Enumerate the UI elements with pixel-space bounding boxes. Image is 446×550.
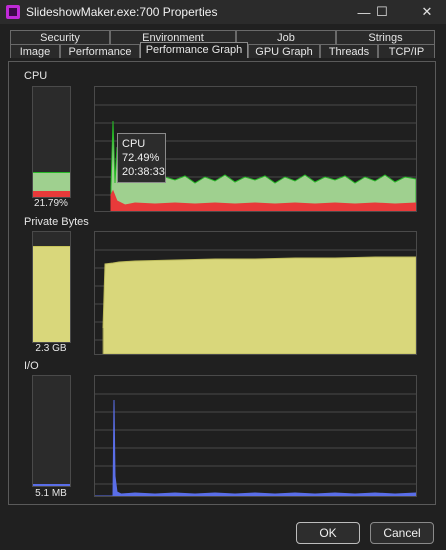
- io-label: I/O: [24, 360, 39, 372]
- io-meter: [32, 375, 71, 487]
- tab-image[interactable]: Image: [10, 44, 60, 58]
- cpu-meter: [32, 86, 71, 198]
- close-button[interactable]: ✕: [409, 0, 445, 24]
- tab-strip: Security Environment Job Strings Image P…: [0, 28, 446, 62]
- app-icon: [6, 5, 20, 19]
- private-bytes-area: [102, 256, 416, 354]
- io-meter-fill: [33, 483, 70, 486]
- cpu-meter-kernel-fill: [33, 191, 70, 197]
- private-bytes-meter-fill: [33, 246, 70, 342]
- private-bytes-meter: [32, 231, 71, 343]
- ok-button[interactable]: OK: [296, 522, 360, 544]
- cpu-tooltip: CPU 72.49% 20:38:33: [117, 133, 166, 183]
- tab-gpu-graph[interactable]: GPU Graph: [248, 44, 320, 58]
- maximize-icon: ☐: [376, 4, 388, 19]
- tooltip-title: CPU: [122, 138, 146, 150]
- tooltip-value: 72.49%: [122, 152, 160, 164]
- cpu-label: CPU: [24, 70, 48, 82]
- tab-job[interactable]: Job: [236, 30, 336, 44]
- tab-tcpip[interactable]: TCP/IP: [378, 44, 435, 58]
- private-bytes-label: Private Bytes: [24, 216, 89, 228]
- tab-strings[interactable]: Strings: [336, 30, 435, 44]
- tab-performance[interactable]: Performance: [60, 44, 140, 58]
- tab-threads[interactable]: Threads: [320, 44, 378, 58]
- close-icon: ✕: [421, 4, 433, 19]
- tab-performance-graph[interactable]: Performance Graph: [140, 42, 248, 58]
- tab-security[interactable]: Security: [10, 30, 110, 44]
- title-bar: SlideshowMaker.exe:700 Properties — ☐ ✕: [0, 0, 446, 24]
- tooltip-time: 20:38:33: [122, 166, 165, 178]
- io-value: 5.1 MB: [35, 488, 67, 499]
- cancel-button[interactable]: Cancel: [370, 522, 434, 544]
- cpu-value: 21.79%: [34, 198, 68, 209]
- private-bytes-graph: [94, 231, 417, 355]
- private-bytes-value: 2.3 GB: [35, 343, 67, 354]
- window-title: SlideshowMaker.exe:700 Properties: [26, 5, 218, 19]
- io-graph: [94, 375, 417, 497]
- maximize-button[interactable]: ☐: [364, 0, 400, 24]
